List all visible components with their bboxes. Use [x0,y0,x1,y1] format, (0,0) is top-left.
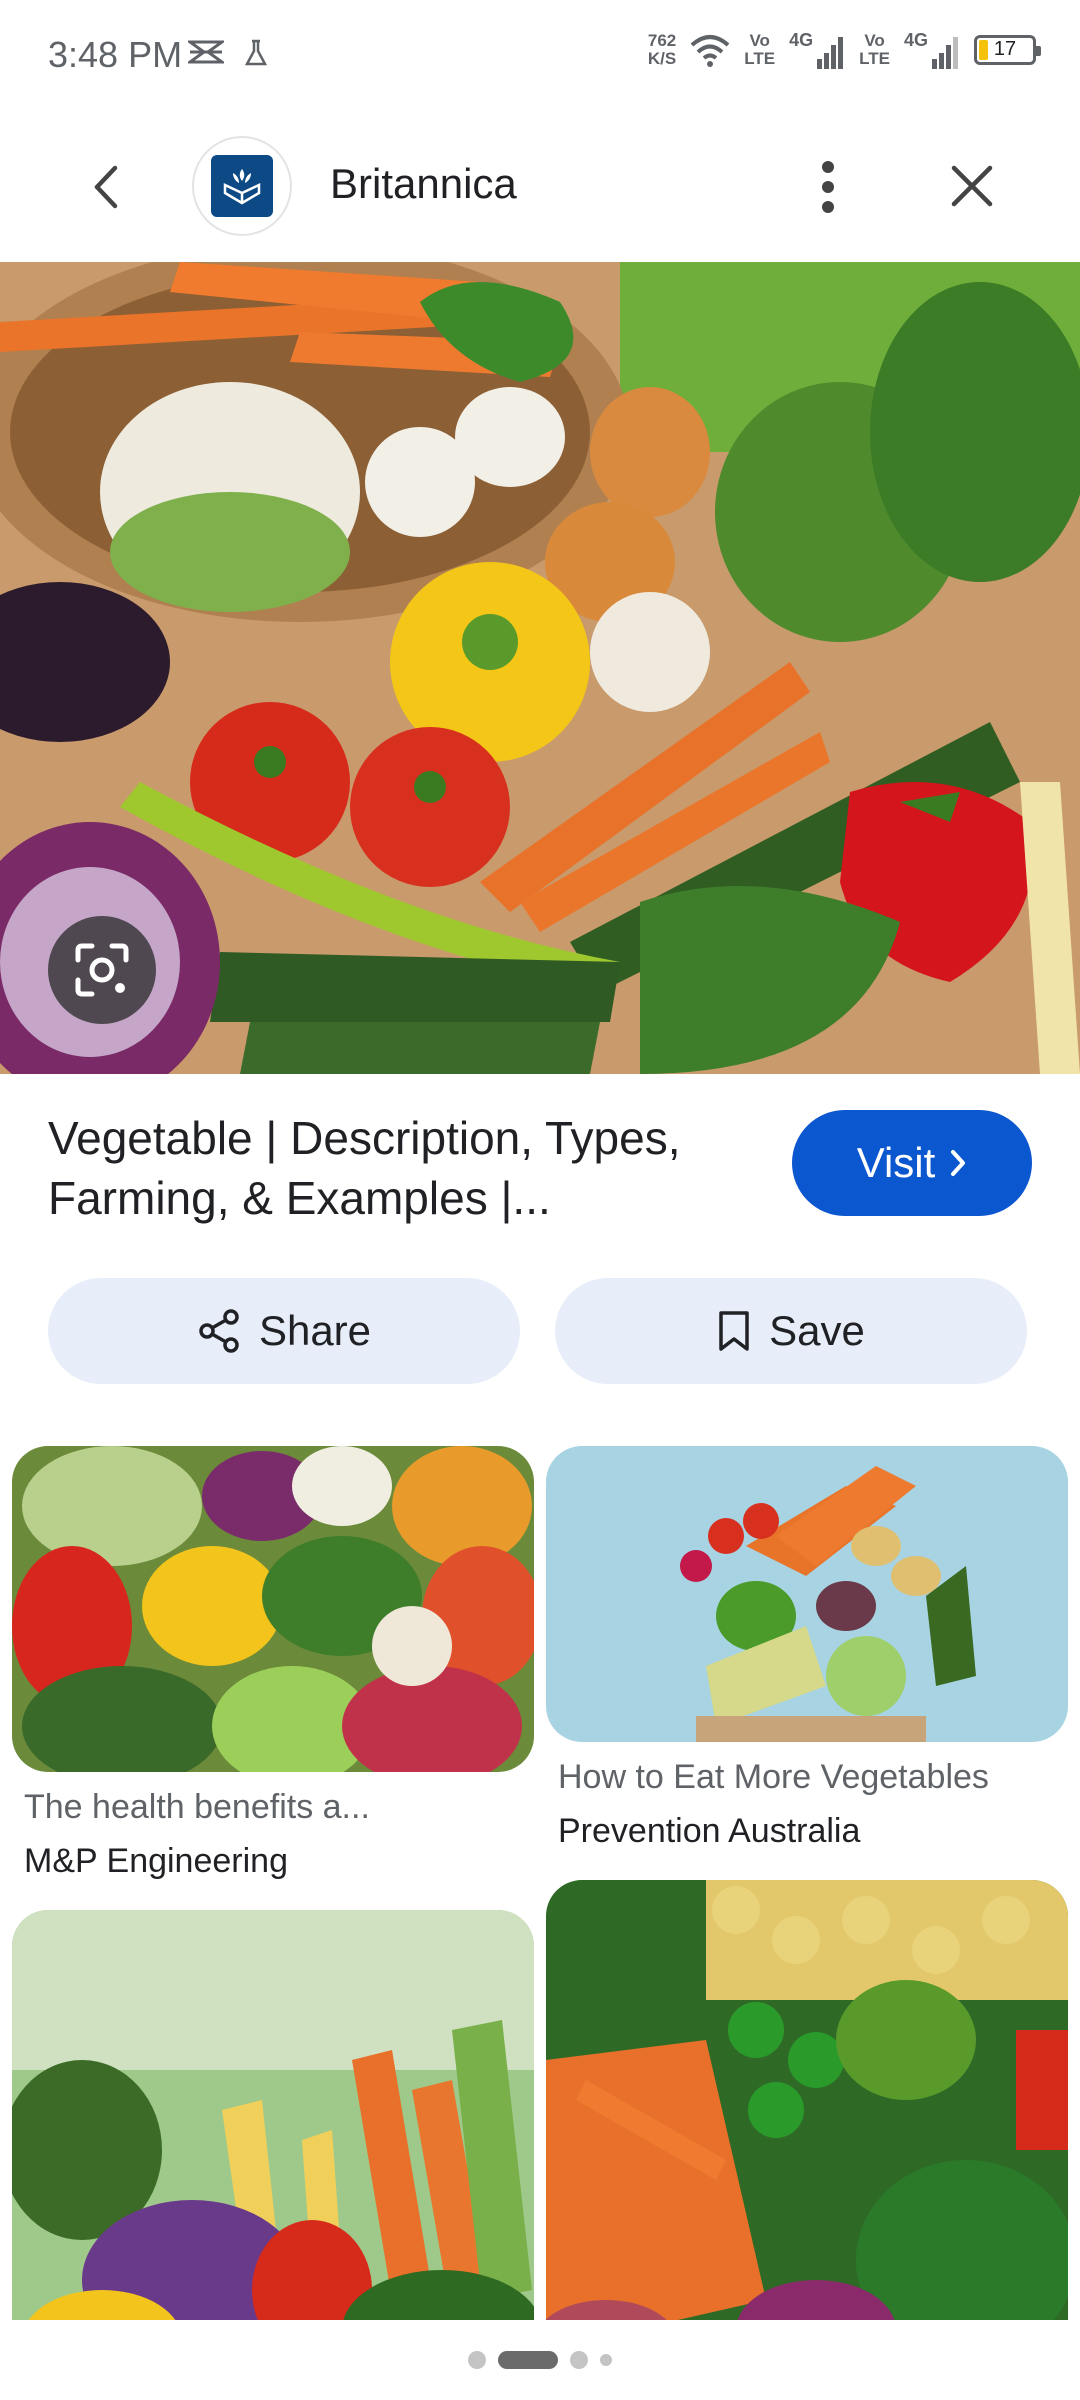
vegetables-photo [0,262,1080,1074]
wifi-icon [690,34,730,67]
main-image[interactable] [0,262,1080,1074]
image-viewer-screen: 3:48 PM 762 K/S Vo LTE 4G Vo LTE 4G 17 B… [0,0,1080,2400]
more-options-button[interactable] [800,152,856,222]
save-button[interactable]: Save [555,1278,1027,1384]
signal-icon [932,37,958,69]
signal-sim2: 4G [904,30,960,69]
related-image-1[interactable] [12,1446,534,1772]
share-icon [199,1309,239,1353]
back-arrow-icon [94,165,118,209]
lens-icon [75,943,129,997]
britannica-logo-icon [223,169,261,205]
related-source-1: M&P Engineering [24,1842,288,1880]
share-button[interactable]: Share [48,1278,520,1384]
close-button[interactable] [940,154,1004,218]
visit-button[interactable]: Visit [792,1110,1032,1216]
signal-sim1: 4G [789,30,845,69]
related-image-4[interactable] [546,1880,1068,2380]
volte-badge-2: Vo LTE [859,30,890,68]
net-speed: 762 K/S [647,30,677,68]
related-image-3[interactable] [12,1910,534,2380]
notification-icon [188,40,224,64]
close-icon [951,165,993,207]
signal-icon [817,37,844,69]
bookmark-icon [719,1311,749,1351]
chevron-right-icon [951,1150,966,1176]
page-dot-2-active [498,2351,558,2369]
page-dot-3 [570,2351,588,2369]
beaker-icon [244,39,268,66]
page-indicator [0,2320,1080,2400]
status-bar: 3:48 PM 762 K/S Vo LTE 4G Vo LTE 4G 17 [0,0,1080,112]
related-image-2[interactable] [546,1446,1068,1742]
related-photo-1 [12,1446,534,1772]
site-name[interactable]: Britannica [330,160,517,208]
related-title-1[interactable]: The health benefits a... [24,1788,370,1827]
related-photo-4 [546,1880,1068,2380]
related-photo-3 [12,1910,534,2380]
google-lens-button[interactable] [48,916,156,1024]
app-bar: Britannica [0,112,1080,262]
related-title-2[interactable]: How to Eat More Vegetables [558,1758,989,1797]
battery-icon: 17 [974,34,1041,65]
volte-badge-1: Vo LTE [744,30,776,68]
result-title[interactable]: Vegetable | Description, Types, Farming,… [48,1108,748,1228]
related-photo-2 [546,1446,1068,1742]
back-button[interactable] [76,157,136,217]
page-dot-4 [600,2354,612,2366]
status-time: 3:48 PM [48,34,183,75]
site-logo[interactable] [192,136,292,236]
more-vert-icon [822,161,834,213]
page-dot-1 [468,2351,486,2369]
related-source-2: Prevention Australia [558,1812,861,1850]
